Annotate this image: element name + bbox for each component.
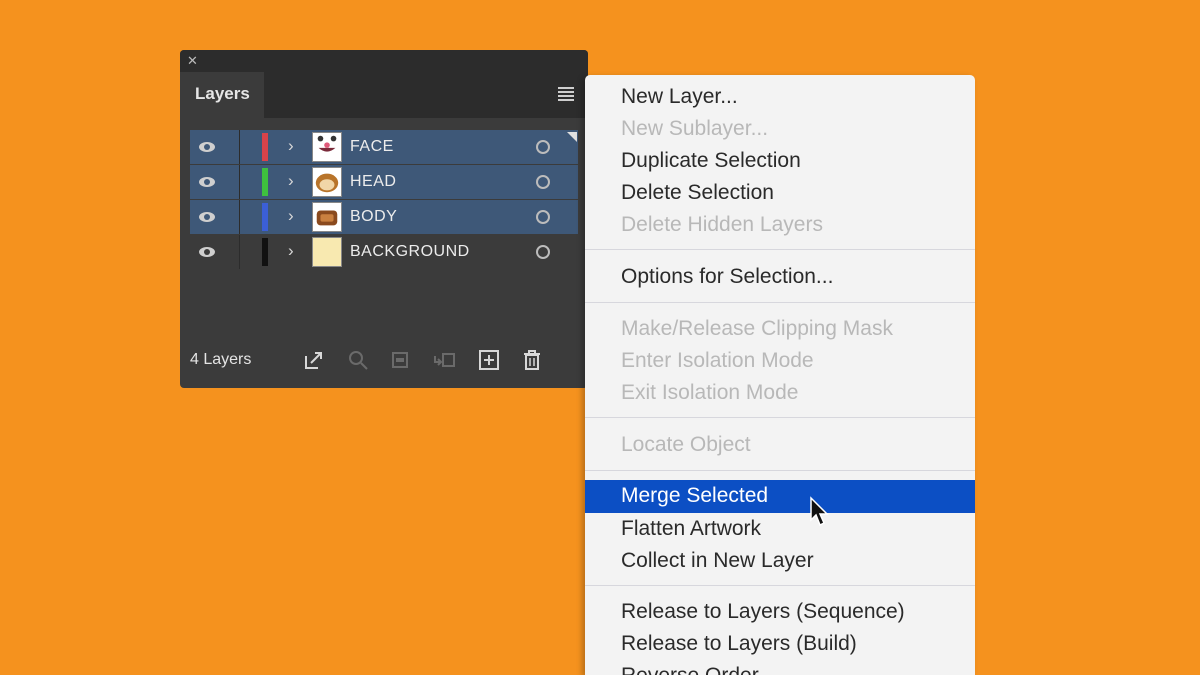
menu-item-release-to-layers-build[interactable]: Release to Layers (Build): [621, 632, 857, 656]
menu-item-flatten-artwork[interactable]: Flatten Artwork: [621, 517, 761, 541]
sublayer-icon[interactable]: [432, 348, 456, 372]
target-circle-icon[interactable]: [536, 175, 550, 189]
layer-name: FACE: [350, 138, 394, 155]
target-circle-icon[interactable]: [536, 245, 550, 259]
menu-item-locate-object[interactable]: Locate Object: [621, 433, 751, 457]
menu-item-duplicate-selection[interactable]: Duplicate Selection: [621, 149, 801, 173]
menu-item-exit-isolation-mode[interactable]: Exit Isolation Mode: [621, 381, 798, 405]
chevron-right-icon[interactable]: ›: [288, 171, 294, 191]
trash-icon[interactable]: [520, 348, 544, 372]
panel-menu-icon[interactable]: [558, 87, 574, 101]
layer-thumbnail: [312, 132, 342, 162]
layer-row-background[interactable]: › BACKGROUND: [190, 235, 578, 269]
column-divider: [239, 130, 240, 164]
layer-count: 4 Layers: [190, 351, 252, 368]
layer-color-bar: [262, 168, 268, 196]
tab-strip: [264, 72, 588, 118]
layer-color-bar: [262, 203, 268, 231]
menu-item-collect-in-new-layer[interactable]: Collect in New Layer: [621, 549, 814, 573]
chevron-right-icon[interactable]: ›: [288, 206, 294, 226]
chevron-right-icon[interactable]: ›: [288, 241, 294, 261]
menu-separator: [585, 585, 975, 586]
menu-item-new-sublayer[interactable]: New Sublayer...: [621, 117, 768, 141]
target-circle-icon[interactable]: [536, 140, 550, 154]
locate-icon[interactable]: [346, 348, 370, 372]
menu-item-make-release-clipping-mask[interactable]: Make/Release Clipping Mask: [621, 317, 893, 341]
column-divider: [239, 200, 240, 234]
menu-separator: [585, 302, 975, 303]
eye-icon[interactable]: [198, 139, 216, 155]
layer-name: BODY: [350, 208, 398, 225]
layer-thumbnail: [312, 237, 342, 267]
close-icon[interactable]: ✕: [187, 53, 198, 69]
eye-icon[interactable]: [198, 244, 216, 260]
menu-item-reverse-order[interactable]: Reverse Order: [621, 664, 759, 675]
menu-separator: [585, 417, 975, 418]
menu-item-merge-selected[interactable]: Merge Selected: [585, 480, 975, 513]
layers-panel: ✕ Layers › FACE › HEAD › BODY › BACKGROU…: [180, 50, 588, 388]
menu-separator: [585, 470, 975, 471]
layer-name: BACKGROUND: [350, 243, 470, 260]
panel-footer: 4 Layers: [180, 342, 588, 388]
layer-thumbnail: [312, 167, 342, 197]
menu-item-release-to-layers-sequence[interactable]: Release to Layers (Sequence): [621, 600, 905, 624]
menu-separator: [585, 249, 975, 250]
layer-color-bar: [262, 238, 268, 266]
layer-row-face[interactable]: › FACE: [190, 130, 578, 164]
chevron-right-icon[interactable]: ›: [288, 136, 294, 156]
layers-panel-menu: New Layer... New Sublayer... Duplicate S…: [585, 75, 975, 675]
menu-item-label: Merge Selected: [621, 484, 769, 507]
layer-color-bar: [262, 133, 268, 161]
new-layer-icon[interactable]: [477, 348, 501, 372]
panel-title-bar[interactable]: ✕: [180, 50, 588, 72]
menu-item-delete-selection[interactable]: Delete Selection: [621, 181, 774, 205]
layer-thumbnail: [312, 202, 342, 232]
clipping-mask-icon[interactable]: [388, 348, 412, 372]
selection-corner-marker: [567, 132, 577, 142]
menu-item-enter-isolation-mode[interactable]: Enter Isolation Mode: [621, 349, 814, 373]
menu-item-new-layer[interactable]: New Layer...: [621, 85, 738, 109]
mouse-cursor-icon: [810, 496, 829, 527]
menu-item-options-for-selection[interactable]: Options for Selection...: [621, 265, 833, 289]
export-icon[interactable]: [302, 348, 326, 372]
tab-layers[interactable]: Layers: [186, 72, 264, 118]
layer-row-head[interactable]: › HEAD: [190, 165, 578, 199]
target-circle-icon[interactable]: [536, 210, 550, 224]
column-divider: [239, 165, 240, 199]
layer-row-body[interactable]: › BODY: [190, 200, 578, 234]
eye-icon[interactable]: [198, 209, 216, 225]
column-divider: [239, 235, 240, 269]
menu-item-delete-hidden-layers[interactable]: Delete Hidden Layers: [621, 213, 823, 237]
eye-icon[interactable]: [198, 174, 216, 190]
layer-name: HEAD: [350, 173, 397, 190]
